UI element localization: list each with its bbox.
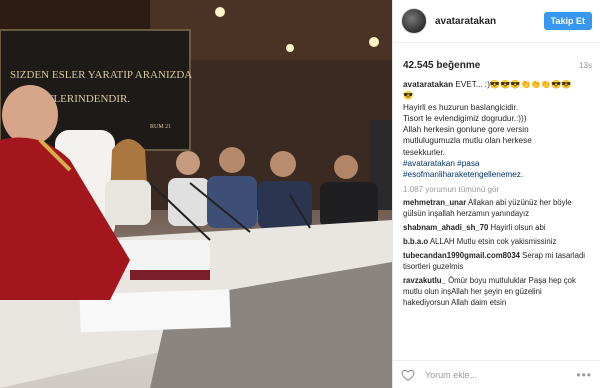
hashtag-link[interactable]: #avataratakan #pasa — [403, 158, 590, 169]
caption-line: Hayirli es huzurun baslangicidir. — [403, 102, 519, 112]
comment-username[interactable]: tubecandan1990gmail.com8034 — [403, 251, 520, 260]
comment-item: shabnam_ahadi_sh_70 Hayirli olsun abi — [393, 222, 600, 233]
post-side-panel: avataratakan Takip Et 42.545 beğenme 13s… — [392, 0, 600, 388]
comment-username[interactable]: ravzakutlu_ — [403, 276, 446, 285]
caption-line: mutlulugumuzla mutlu olan herkese — [403, 136, 532, 146]
comment-text: ALLAH Mutlu etsin cok yakismissiniz — [428, 236, 557, 246]
comment-input[interactable]: Yorum ekle... — [425, 370, 576, 380]
post-time[interactable]: 13s — [579, 61, 592, 70]
comment-username[interactable]: mehmetran_unar — [403, 198, 466, 207]
comment-item: b.b.a.o ALLAH Mutlu etsin cok yakismissi… — [393, 236, 600, 247]
svg-text:RUM 21: RUM 21 — [150, 124, 171, 130]
caption-line: 😎 — [403, 91, 414, 101]
comment-item: ravzakutlu_ Ömür boyu mutluluklar Paşa h… — [393, 275, 600, 308]
like-count[interactable]: 42.545 beğenme — [403, 60, 480, 71]
view-all-comments-link[interactable]: 1.087 yorumun tümünü gör — [393, 181, 600, 197]
username-link[interactable]: avataratakan — [435, 16, 544, 27]
svg-text:SIZDEN ESLER YARATIP ARANIZDA: SIZDEN ESLER YARATIP ARANIZDA — [10, 69, 192, 81]
heart-icon[interactable] — [401, 368, 415, 382]
post-photo[interactable]: SIZDEN ESLER YARATIP ARANIZDA ETLERINDEN… — [0, 0, 392, 388]
comment-text: Hayirli olsun abi — [488, 222, 546, 232]
caption-line: Tisort le evlendigimiz dogrudur.:))) — [403, 113, 527, 123]
comment-username[interactable]: shabnam_ahadi_sh_70 — [403, 223, 488, 232]
comment-username[interactable]: b.b.a.o — [403, 237, 428, 246]
caption-line: EVET... :)😎😎😎👏👏👏😎😎 — [453, 80, 572, 89]
follow-button[interactable]: Takip Et — [543, 12, 592, 30]
post-meta: 42.545 beğenme 13s — [393, 43, 600, 79]
caption-line: tesekkurler. — [403, 147, 445, 157]
comment-item: tubecandan1990gmail.com8034 Serap mi tas… — [393, 250, 600, 272]
comment-bar: Yorum ekle... ••• — [393, 360, 600, 388]
comment-item: mehmetran_unar Allakan abi yüzünüz her b… — [393, 197, 600, 219]
more-options-icon[interactable]: ••• — [576, 368, 592, 382]
comment-list: mehmetran_unar Allakan abi yüzünüz her b… — [393, 197, 600, 308]
caption-line: Allah herkesin gonlune gore versin — [403, 125, 529, 135]
post-caption: avataratakan EVET... :)😎😎😎👏👏👏😎😎 😎 Hayirl… — [393, 79, 600, 181]
avatar[interactable] — [401, 8, 427, 34]
hashtag-link[interactable]: #esofmanliharaketengellenemez. — [403, 169, 590, 180]
caption-username[interactable]: avataratakan — [403, 80, 453, 89]
wedding-photo-illustration: SIZDEN ESLER YARATIP ARANIZDA ETLERINDEN… — [0, 0, 392, 388]
post-header: avataratakan Takip Et — [393, 0, 600, 43]
